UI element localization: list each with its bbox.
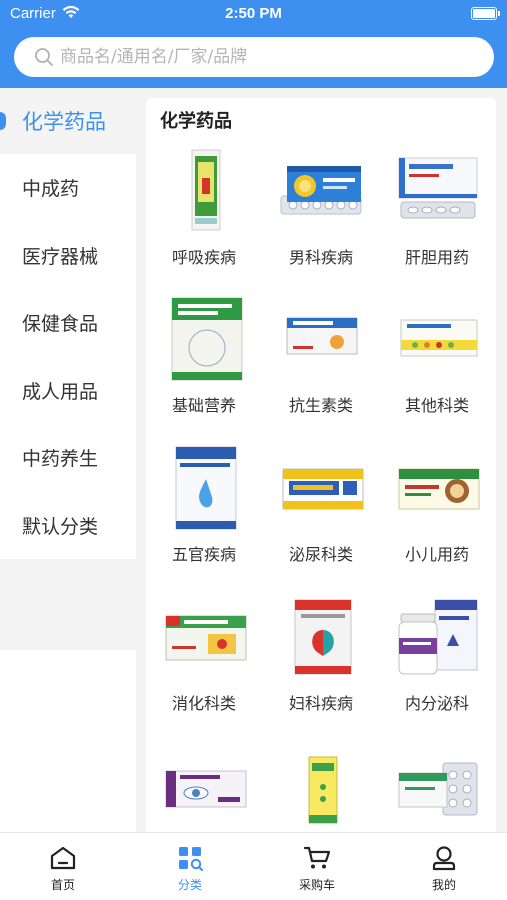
category-item-ophthalmic[interactable]	[146, 739, 262, 832]
medicine-box-image	[398, 157, 478, 219]
medicine-box-image	[282, 468, 364, 510]
sidebar-item-medical-devices[interactable]: 医疗器械	[0, 221, 136, 289]
tab-home[interactable]: 首页	[0, 833, 126, 900]
tab-label: 分类	[177, 878, 202, 892]
sidebar-item-chemical-drugs[interactable]: 化学药品	[0, 88, 136, 154]
medicine-box-image	[308, 756, 338, 824]
sidebar-item-adult-products[interactable]: 成人用品	[0, 356, 136, 424]
status-time: 2:50 PM	[225, 5, 282, 22]
category-item-ent[interactable]: 五官疾病	[146, 441, 262, 589]
category-label: 其他科类	[404, 396, 469, 415]
category-item-others[interactable]: 其他科类	[379, 292, 495, 440]
sidebar-item-label: 保健食品	[22, 313, 99, 336]
sidebar-item-herbal-wellness[interactable]: 中药养生	[0, 424, 136, 492]
medicine-box-image	[280, 166, 362, 215]
category-label: 基础营养	[171, 396, 236, 415]
sidebar-item-label: 中成药	[22, 178, 80, 201]
sidebar-item-chinese-patent-medicine[interactable]: 中成药	[0, 154, 136, 222]
section-title: 化学药品	[160, 111, 232, 132]
status-bar: Carrier 2:50 PM	[0, 0, 507, 28]
category-item-respiratory[interactable]: 呼吸疾病	[146, 144, 262, 292]
category-item-row5-right[interactable]	[379, 739, 495, 832]
category-item-basic-nutrition[interactable]: 基础营养	[146, 292, 262, 440]
category-label: 抗生素类	[288, 396, 353, 415]
tab-profile[interactable]: 我的	[381, 833, 507, 900]
sidebar-item-label: 化学药品	[22, 110, 106, 134]
sidebar-item-label: 中药养生	[22, 448, 99, 471]
category-label: 内分泌科	[404, 694, 469, 713]
medicine-box-image	[294, 599, 352, 675]
category-label: 五官疾病	[171, 545, 236, 564]
sidebar-item-health-foods[interactable]: 保健食品	[0, 289, 136, 357]
category-item-hepatobiliary[interactable]: 肝胆用药	[379, 144, 495, 292]
category-label: 泌尿科类	[288, 545, 353, 564]
medicine-box-image	[398, 599, 478, 675]
user-icon	[432, 846, 456, 871]
cart-icon	[303, 846, 331, 869]
sidebar-item-default-category[interactable]: 默认分类	[0, 491, 136, 559]
bottom-tab-bar: 首页 分类 采购车 我的	[0, 832, 507, 900]
medicine-box-image	[175, 446, 237, 530]
tab-label: 我的	[431, 878, 456, 892]
category-sidebar: 化学药品 中成药 医疗器械 保健食品 成人用品 中药养生 默认分类	[0, 88, 136, 832]
category-item-pediatrics[interactable]: 小儿用药	[379, 441, 495, 589]
medicine-box-image	[398, 468, 480, 510]
category-label: 肝胆用药	[404, 248, 469, 267]
category-item-digestive[interactable]: 消化科类	[146, 590, 262, 738]
medicine-box-image	[191, 149, 221, 231]
medicine-box-image	[165, 615, 247, 661]
tab-label: 采购车	[298, 878, 335, 892]
battery-icon	[471, 7, 500, 20]
tab-category[interactable]: 分类	[127, 833, 253, 900]
category-label: 男科疾病	[288, 248, 353, 267]
category-item-antibiotics[interactable]: 抗生素类	[263, 292, 379, 440]
sidebar-filler	[0, 650, 136, 832]
medicine-box-image	[286, 317, 358, 355]
category-item-andrology[interactable]: 男科疾病	[263, 144, 379, 292]
tab-cart[interactable]: 采购车	[254, 833, 380, 900]
category-icon	[179, 847, 203, 871]
category-label: 呼吸疾病	[171, 248, 236, 267]
category-item-gynecology[interactable]: 妇科疾病	[263, 590, 379, 738]
category-label: 消化科类	[171, 694, 236, 713]
category-content-panel: 化学药品 呼吸疾病 男科疾病 肝胆用药 基础营养 抗生素类 其他科类 五官疾病 …	[146, 98, 496, 832]
medicine-box-image	[171, 297, 243, 381]
medicine-box-image	[400, 319, 478, 357]
search-bar[interactable]	[14, 37, 494, 77]
sidebar-item-label: 医疗器械	[22, 245, 99, 268]
medicine-box-image	[165, 770, 247, 808]
sidebar-item-label: 成人用品	[22, 380, 99, 403]
medicine-box-image	[398, 762, 478, 816]
sidebar-item-label: 默认分类	[22, 515, 99, 538]
category-item-urology[interactable]: 泌尿科类	[263, 441, 379, 589]
category-label: 妇科疾病	[288, 694, 353, 713]
category-item-endocrinology[interactable]: 内分泌科	[379, 590, 495, 738]
category-item-row5-middle[interactable]	[263, 739, 379, 832]
active-indicator	[0, 112, 6, 130]
header	[0, 28, 507, 88]
search-icon	[34, 47, 54, 71]
tab-label: 首页	[50, 878, 75, 892]
search-input[interactable]	[60, 37, 480, 77]
category-label: 小儿用药	[404, 545, 469, 564]
home-icon	[50, 846, 76, 870]
